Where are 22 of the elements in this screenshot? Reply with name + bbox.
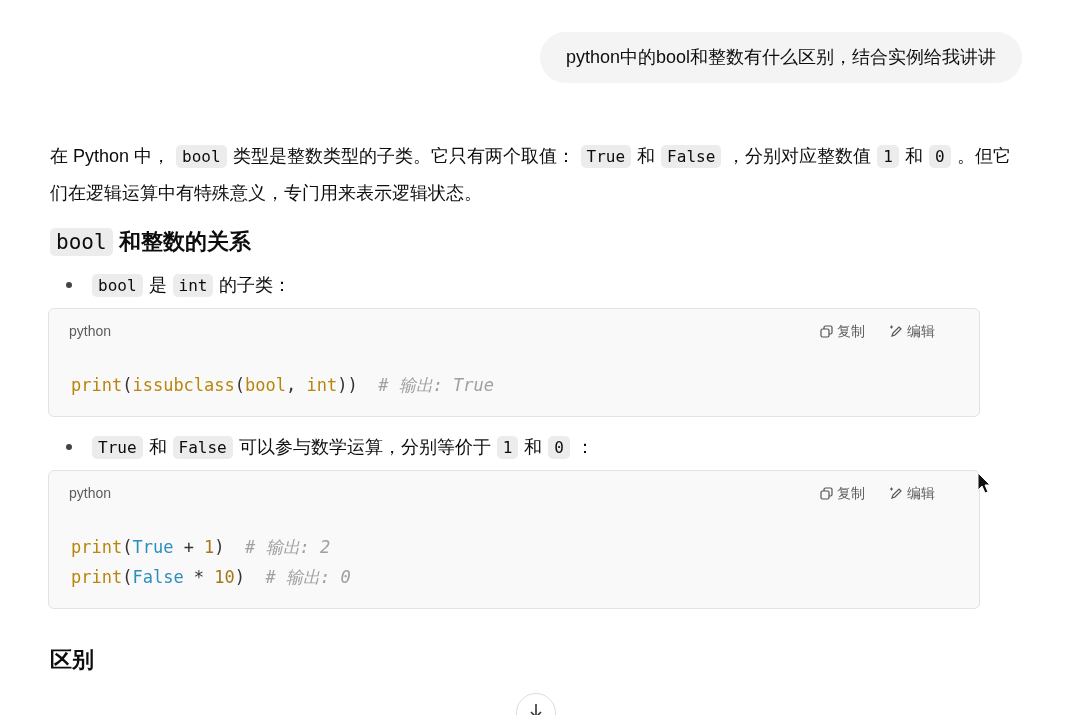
edit-button[interactable]: 编辑 [889, 482, 935, 504]
code-language: python [69, 321, 112, 341]
copy-icon [820, 486, 833, 500]
copy-button[interactable]: 复制 [820, 482, 865, 504]
bullet-icon [66, 281, 72, 288]
answer-paragraph: 在 Python 中， bool 类型是整数类型的子类。它只有两个取值： True 和 False ，分别对应整数值 1 和 0 。但它们在逻辑运算中有特殊意义，专门用来表示逻辑状态。 [50, 144, 1012, 205]
user-message: python中的bool和整数有什么区别，结合实例给我讲讲 [539, 32, 1022, 83]
bullet-text: bool 是 int 的子类： [86, 266, 1022, 304]
section-heading: 区别 [50, 645, 95, 674]
section-heading: bool 和整数的关系 [50, 225, 1022, 259]
edit-button[interactable]: 编辑 [889, 320, 935, 342]
arrow-down-icon [528, 703, 544, 715]
pencil-icon [889, 486, 903, 500]
code-line: print(False * 10) # 输出: 0 [71, 565, 352, 589]
bullet-text: True 和 False 可以参与数学运算，分别等价于 1 和 0 ： [86, 428, 1022, 466]
code-language: python [69, 483, 112, 503]
copy-icon [820, 324, 833, 338]
pencil-icon [889, 324, 903, 338]
code-line: print(issubclass(bool, int)) # 输出: True [71, 373, 496, 397]
copy-button[interactable]: 复制 [820, 320, 865, 342]
code-line: print(True + 1) # 输出: 2 [71, 535, 332, 559]
bullet-icon [66, 443, 72, 450]
